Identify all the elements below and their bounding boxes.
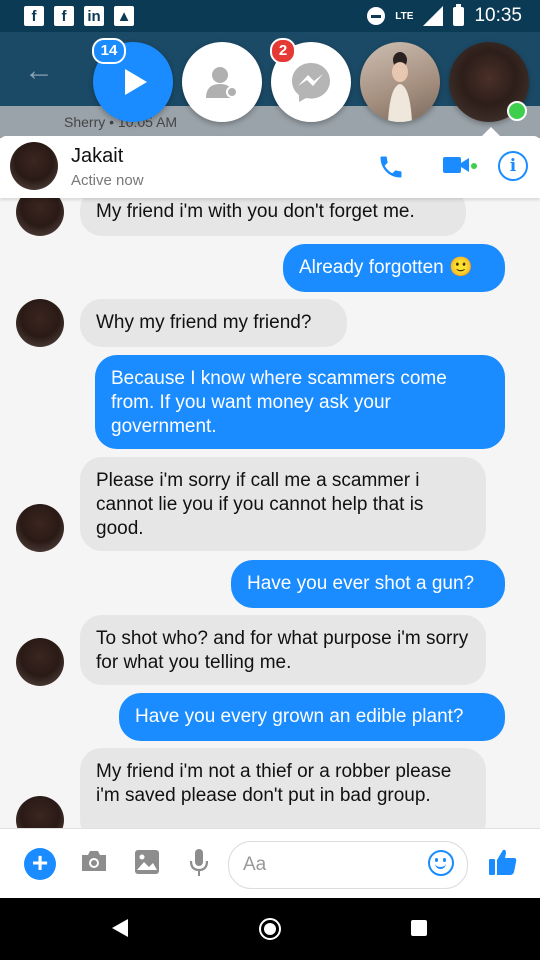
chat-header: Jakait Active now i (0, 136, 540, 198)
message-bubble-incoming[interactable]: To shot who? and for what purpose i'm so… (80, 615, 486, 685)
message-bubble-outgoing[interactable]: Have you ever shot a gun? (231, 560, 505, 608)
gallery-icon[interactable] (134, 849, 160, 875)
video-online-dot (471, 163, 477, 169)
facebook-icon: f (24, 6, 44, 26)
phone-call-icon[interactable] (377, 153, 405, 181)
video-call-icon[interactable] (443, 156, 469, 174)
message-input-placeholder: Aa (243, 854, 267, 875)
messenger-icon (292, 63, 330, 102)
thumbs-up-icon[interactable] (488, 847, 518, 877)
message-composer: + Aa (0, 828, 540, 899)
battery-icon (453, 3, 465, 26)
back-arrow-icon: ← (24, 54, 54, 87)
online-indicator (507, 101, 527, 121)
unread-count-badge: 14 (92, 38, 126, 64)
chat-head-contact-photo[interactable] (360, 42, 440, 122)
chat-head-contacts[interactable] (182, 42, 262, 122)
system-navigation-bar (0, 898, 540, 960)
message-bubble-outgoing[interactable]: Have you every grown an edible plant? (119, 693, 505, 741)
messenger-badge: 2 (270, 38, 296, 64)
active-status: Active now (71, 172, 144, 189)
notification-icons: f f in ▲ (24, 6, 134, 26)
do-not-disturb-icon (367, 7, 386, 25)
message-bubble-outgoing[interactable]: Already forgotten 🙂 (283, 244, 505, 292)
linkedin-icon: in (84, 6, 104, 26)
facebook-icon: f (54, 6, 74, 26)
camera-icon[interactable] (80, 849, 108, 873)
nav-recents-icon[interactable] (411, 920, 427, 936)
info-icon[interactable]: i (498, 151, 528, 181)
avatar[interactable] (16, 299, 64, 347)
message-bubble-outgoing[interactable]: Because I know where scammers come from.… (95, 355, 505, 449)
add-actions-button[interactable]: + (24, 848, 56, 880)
contact-photo (388, 52, 412, 122)
background-timestamp-strip: Sherry • 10:05 AM (0, 106, 540, 138)
play-icon (125, 69, 147, 95)
nav-back-icon[interactable] (112, 919, 128, 937)
message-bubble-incoming[interactable]: Please i'm sorry if call me a scammer i … (80, 457, 486, 551)
avatar[interactable] (16, 504, 64, 552)
network-type: LTE (395, 10, 414, 22)
microphone-icon[interactable] (189, 848, 209, 878)
image-notification-icon: ▲ (114, 6, 134, 26)
emoji-icon[interactable] (428, 850, 454, 876)
avatar[interactable] (10, 142, 58, 190)
signal-icon (423, 6, 444, 26)
avatar[interactable] (16, 638, 64, 686)
person-icon (206, 67, 238, 98)
status-bar: f f in ▲ LTE 10:35 (0, 0, 540, 32)
system-indicators: LTE 10:35 (367, 0, 522, 32)
clock: 10:35 (474, 5, 522, 26)
message-bubble-incoming[interactable]: Why my friend my friend? (80, 299, 347, 347)
contact-name[interactable]: Jakait (71, 145, 123, 168)
nav-home-icon[interactable] (259, 918, 281, 940)
